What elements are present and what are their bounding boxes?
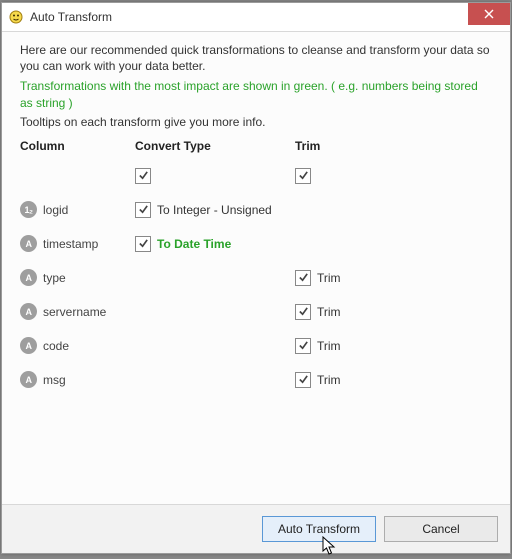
convert-cell bbox=[135, 295, 295, 329]
content-area: Here are our recommended quick transform… bbox=[2, 32, 510, 504]
column-cell: Aservername bbox=[20, 295, 135, 329]
convert-cell bbox=[135, 261, 295, 295]
convert-label: To Date Time bbox=[157, 237, 231, 251]
column-cell: Acode bbox=[20, 329, 135, 363]
trim-cell: Trim bbox=[295, 295, 492, 329]
text-type-icon: A bbox=[20, 337, 37, 354]
convert-cell: To Date Time bbox=[135, 227, 295, 261]
column-name: logid bbox=[43, 203, 68, 217]
impact-text: Transformations with the most impact are… bbox=[20, 78, 492, 110]
trim-label: Trim bbox=[317, 373, 341, 387]
header-column: Column bbox=[20, 139, 135, 159]
close-button[interactable] bbox=[468, 3, 510, 25]
app-icon bbox=[8, 9, 24, 25]
text-type-icon: A bbox=[20, 269, 37, 286]
column-cell: Amsg bbox=[20, 363, 135, 397]
window-title: Auto Transform bbox=[30, 10, 112, 24]
trim-label: Trim bbox=[317, 271, 341, 285]
text-type-icon: A bbox=[20, 303, 37, 320]
dialog-window: Auto Transform Here are our recommended … bbox=[1, 2, 511, 554]
column-name: msg bbox=[43, 373, 66, 387]
column-name: type bbox=[43, 271, 66, 285]
master-column-cell bbox=[20, 159, 135, 193]
column-name: servername bbox=[43, 305, 106, 319]
master-convert-checkbox[interactable] bbox=[135, 168, 151, 184]
column-cell: Atype bbox=[20, 261, 135, 295]
convert-cell bbox=[135, 329, 295, 363]
auto-transform-button[interactable]: Auto Transform bbox=[262, 516, 376, 542]
master-trim-checkbox[interactable] bbox=[295, 168, 311, 184]
column-cell: Atimestamp bbox=[20, 227, 135, 261]
trim-cell bbox=[295, 227, 492, 261]
header-trim: Trim bbox=[295, 139, 492, 159]
trim-cell: Trim bbox=[295, 329, 492, 363]
footer: Auto Transform Cancel bbox=[2, 504, 510, 553]
convert-checkbox[interactable] bbox=[135, 236, 151, 252]
master-trim-cell bbox=[295, 159, 492, 193]
trim-cell: Trim bbox=[295, 261, 492, 295]
titlebar: Auto Transform bbox=[2, 3, 510, 32]
text-type-icon: A bbox=[20, 235, 37, 252]
column-name: code bbox=[43, 339, 69, 353]
trim-checkbox[interactable] bbox=[295, 304, 311, 320]
convert-cell bbox=[135, 363, 295, 397]
trim-cell bbox=[295, 193, 492, 227]
convert-checkbox[interactable] bbox=[135, 202, 151, 218]
close-icon bbox=[484, 9, 494, 19]
column-cell: 1₂ logid bbox=[20, 193, 135, 227]
cancel-button[interactable]: Cancel bbox=[384, 516, 498, 542]
header-convert: Convert Type bbox=[135, 139, 295, 159]
column-name: timestamp bbox=[43, 237, 98, 251]
transform-grid: Column Convert Type Trim 1₂ logid To Integ… bbox=[20, 139, 492, 397]
number-type-icon: 1₂ bbox=[20, 201, 37, 218]
intro-text: Here are our recommended quick transform… bbox=[20, 42, 492, 74]
convert-label: To Integer - Unsigned bbox=[157, 203, 272, 217]
trim-checkbox[interactable] bbox=[295, 372, 311, 388]
master-convert-cell bbox=[135, 159, 295, 193]
trim-label: Trim bbox=[317, 339, 341, 353]
tooltips-text: Tooltips on each transform give you more… bbox=[20, 115, 492, 129]
trim-cell: Trim bbox=[295, 363, 492, 397]
trim-checkbox[interactable] bbox=[295, 338, 311, 354]
convert-cell: To Integer - Unsigned bbox=[135, 193, 295, 227]
text-type-icon: A bbox=[20, 371, 37, 388]
trim-checkbox[interactable] bbox=[295, 270, 311, 286]
trim-label: Trim bbox=[317, 305, 341, 319]
